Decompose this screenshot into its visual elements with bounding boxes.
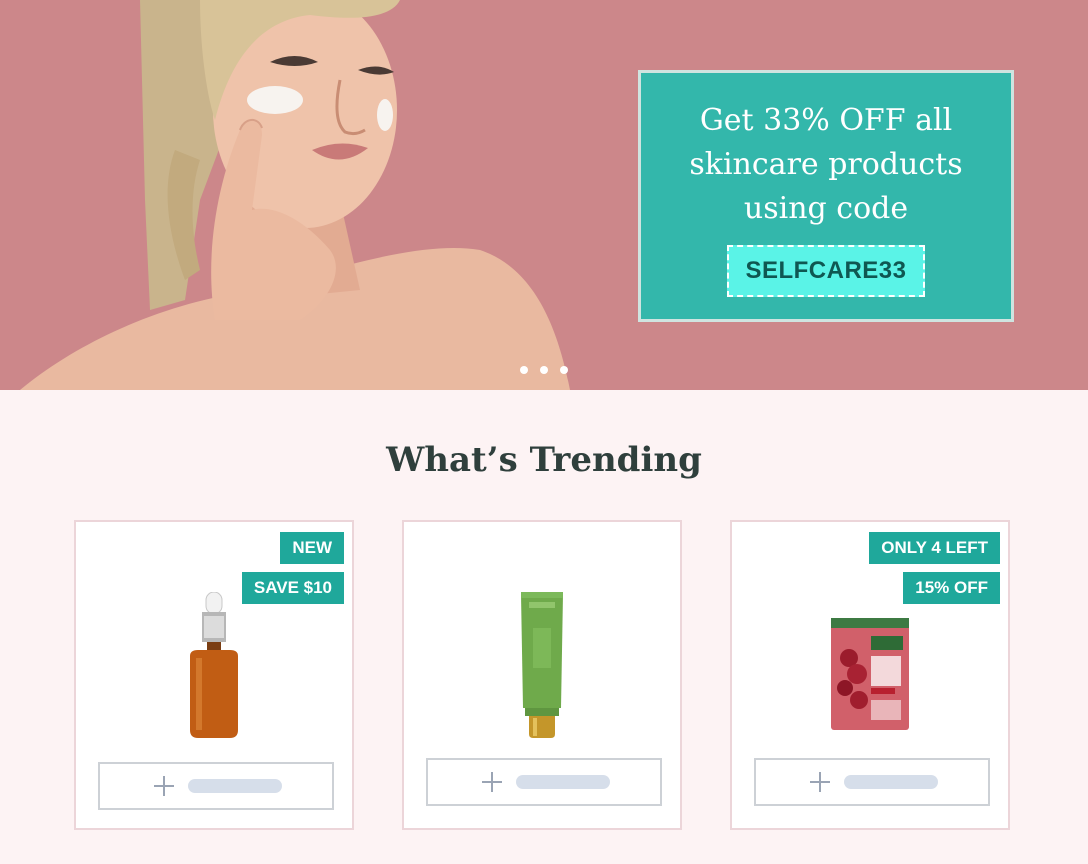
- carousel-dot-1[interactable]: [520, 366, 528, 374]
- carousel-dot-3[interactable]: [560, 366, 568, 374]
- product-card-3[interactable]: ONLY 4 LEFT 15% OFF: [730, 520, 1010, 830]
- badge-discount: 15% OFF: [903, 572, 1000, 604]
- promo-box: Get 33% OFF all skincare products using …: [638, 70, 1014, 322]
- promo-message: Get 33% OFF all skincare products using …: [641, 99, 1011, 231]
- plus-icon: [482, 772, 502, 792]
- sheet-mask-image[interactable]: [831, 618, 909, 730]
- add-to-cart-button[interactable]: [754, 758, 990, 806]
- badge-save: SAVE $10: [241, 572, 344, 604]
- hero-banner: Get 33% OFF all skincare products using …: [0, 0, 1088, 390]
- promo-line-2: skincare products: [689, 147, 963, 182]
- section-title: What’s Trending: [386, 440, 702, 480]
- button-label-placeholder: [844, 775, 938, 789]
- serum-bottle-image[interactable]: [184, 592, 244, 740]
- product-card-1[interactable]: NEW SAVE $10: [74, 520, 354, 830]
- add-to-cart-button[interactable]: [98, 762, 334, 810]
- button-label-placeholder: [188, 779, 282, 793]
- add-to-cart-button[interactable]: [426, 758, 662, 806]
- plus-icon: [154, 776, 174, 796]
- cream-tube-image[interactable]: [519, 588, 565, 738]
- promo-code[interactable]: SELFCARE33: [727, 245, 925, 297]
- carousel-dots: [520, 366, 568, 374]
- promo-line-3: using code: [743, 191, 909, 226]
- product-card-2[interactable]: [402, 520, 682, 830]
- plus-icon: [810, 772, 830, 792]
- promo-line-1: Get 33% OFF all: [699, 103, 953, 138]
- button-label-placeholder: [516, 775, 610, 789]
- badge-stock: ONLY 4 LEFT: [869, 532, 1000, 564]
- carousel-dot-2[interactable]: [540, 366, 548, 374]
- hero-model-photo: [20, 0, 570, 390]
- badge-new: NEW: [280, 532, 344, 564]
